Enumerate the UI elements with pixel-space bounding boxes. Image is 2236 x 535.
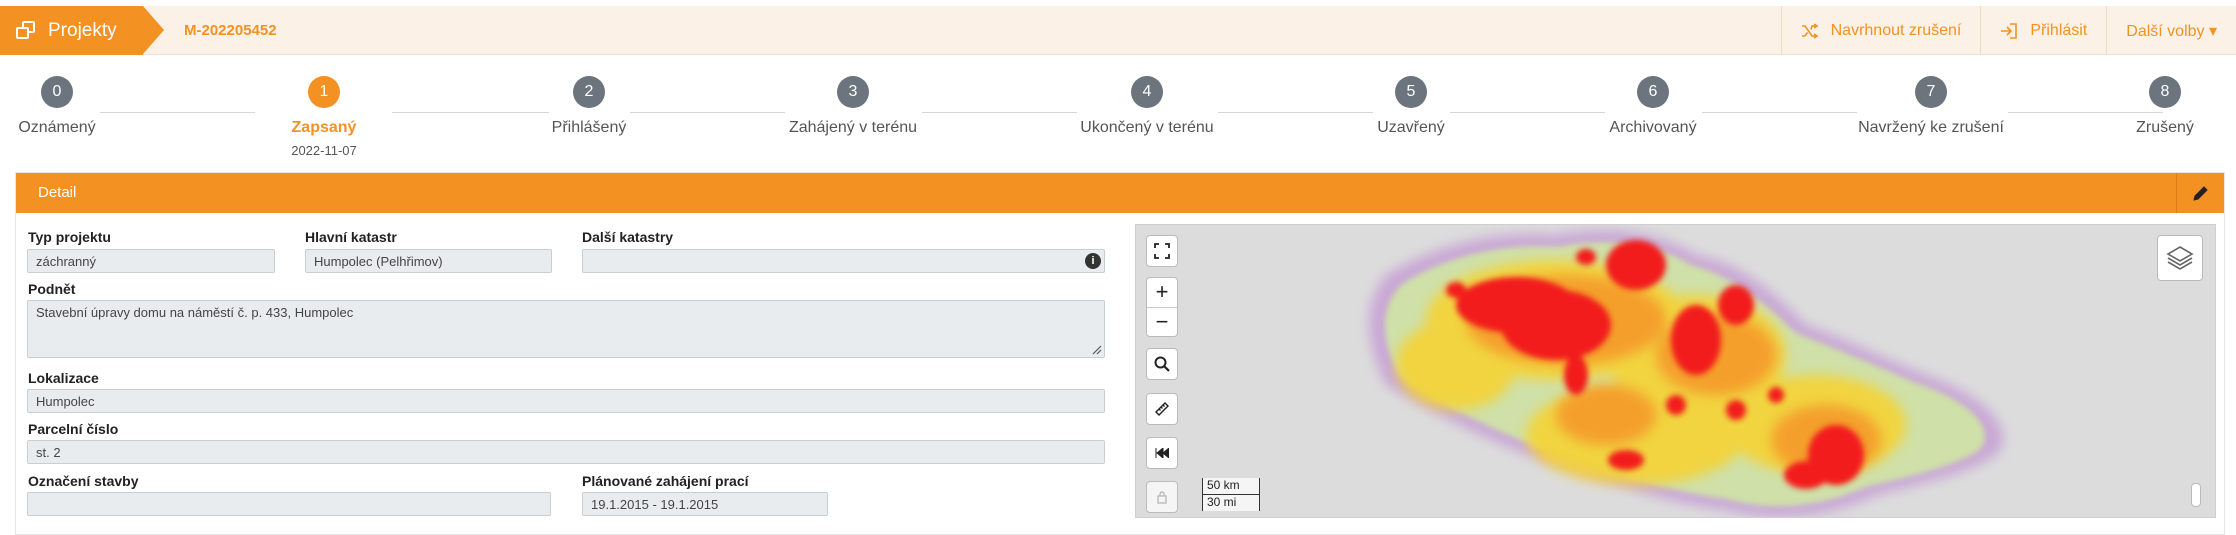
header-actions: Navrhnout zrušení Přihlásit Další volby … bbox=[1780, 6, 2236, 55]
propose-cancel-label: Navrhnout zrušení bbox=[1830, 21, 1962, 39]
step-number: 7 bbox=[1915, 76, 1947, 108]
info-icon[interactable]: i bbox=[1085, 253, 1101, 269]
detail-panel-header: Detail bbox=[16, 173, 2224, 213]
projects-nav-button[interactable]: Projekty bbox=[0, 6, 164, 55]
top-bar: Projekty M-202205452 Navrhnout zrušení P… bbox=[0, 6, 2236, 55]
hlavni-katastr-label: Hlavní katastr bbox=[305, 229, 397, 245]
step-zapsany: 1 Zapsaný 2022-11-07 bbox=[214, 72, 434, 158]
step-uzavreny: 5 Uzavřený bbox=[1301, 72, 1521, 137]
layers-icon bbox=[2166, 246, 2194, 270]
podnet-value: Stavební úpravy domu na náměstí č. p. 43… bbox=[36, 305, 354, 320]
more-options-dropdown[interactable]: Další volby ▾ bbox=[2106, 6, 2236, 55]
step-label: Navržený ke zrušení bbox=[1858, 119, 2004, 136]
project-state-stepper: 0 Oznámený 1 Zapsaný 2022-11-07 2 Přihlá… bbox=[0, 72, 2236, 164]
step-number: 5 bbox=[1395, 76, 1427, 108]
lokalizace-label: Lokalizace bbox=[28, 370, 99, 386]
brand-label: Projekty bbox=[48, 19, 117, 41]
step-label: Přihlášený bbox=[551, 119, 627, 136]
dalsi-katastry-field[interactable]: i bbox=[582, 249, 1105, 273]
podnet-textarea[interactable]: Stavební úpravy domu na náměstí č. p. 43… bbox=[27, 300, 1105, 358]
typ-projektu-label: Typ projektu bbox=[28, 229, 111, 245]
step-zahajeny-v-terenu: 3 Zahájený v terénu bbox=[743, 72, 963, 137]
oznaceni-stavby-field[interactable] bbox=[27, 492, 551, 516]
resize-handle-icon[interactable] bbox=[1090, 343, 1102, 355]
step-ukonceny-v-terenu: 4 Ukončený v terénu bbox=[1037, 72, 1257, 137]
step-label: Oznámený bbox=[18, 119, 96, 136]
sign-in-button[interactable]: Přihlásit bbox=[1980, 6, 2106, 55]
edit-button[interactable] bbox=[2176, 173, 2224, 213]
step-number: 3 bbox=[837, 76, 869, 108]
project-id: M-202205452 bbox=[184, 22, 277, 39]
sign-in-icon bbox=[2001, 22, 2018, 39]
ruler-icon bbox=[1155, 402, 1169, 416]
scale-km: 50 km bbox=[1202, 478, 1260, 495]
step-archivovany: 6 Archivovaný bbox=[1543, 72, 1763, 137]
lokalizace-field[interactable]: Humpolec bbox=[27, 389, 1105, 413]
more-options-label: Další volby ▾ bbox=[2126, 22, 2217, 40]
parcelni-cislo-field[interactable]: st. 2 bbox=[27, 440, 1105, 464]
map-search-button[interactable] bbox=[1146, 348, 1178, 380]
step-date: 2022-11-07 bbox=[291, 143, 357, 158]
parcelni-cislo-label: Parcelní číslo bbox=[28, 421, 119, 437]
detail-title: Detail bbox=[38, 184, 77, 201]
czech-heatmap-image bbox=[1369, 230, 2004, 517]
layers-button[interactable] bbox=[2157, 235, 2203, 281]
podnet-label: Podnět bbox=[28, 281, 76, 297]
step-label: Zapsaný bbox=[291, 119, 357, 136]
step-number: 8 bbox=[2149, 76, 2181, 108]
step-prihlaseny: 2 Přihlášený bbox=[479, 72, 699, 137]
step-navrzeny-ke-zruseni: 7 Navržený ke zrušení bbox=[1821, 72, 2041, 137]
step-label: Zahájený v terénu bbox=[788, 119, 918, 136]
step-label: Zrušený bbox=[2136, 119, 2194, 136]
heatmap-map[interactable]: + − 50 km 30 mi bbox=[1135, 224, 2216, 518]
hlavni-katastr-field[interactable]: Humpolec (Pelhřimov) bbox=[305, 249, 552, 273]
propose-cancel-button[interactable]: Navrhnout zrušení bbox=[1780, 6, 1981, 55]
windows-icon bbox=[16, 20, 36, 41]
step-number: 4 bbox=[1131, 76, 1163, 108]
search-icon bbox=[1154, 356, 1170, 372]
scale-mi: 30 mi bbox=[1202, 494, 1260, 511]
step-label: Archivovaný bbox=[1609, 119, 1697, 136]
zoom-controls: + − bbox=[1146, 277, 1178, 337]
lock-button[interactable] bbox=[1146, 481, 1178, 513]
fullscreen-button[interactable] bbox=[1146, 235, 1178, 267]
reset-view-button[interactable] bbox=[1146, 437, 1178, 469]
sign-in-label: Přihlásit bbox=[2030, 21, 2088, 39]
shuffle-icon bbox=[1801, 22, 1819, 39]
oznaceni-stavby-label: Označení stavby bbox=[28, 473, 139, 489]
step-number: 6 bbox=[1637, 76, 1669, 108]
zoom-in-button[interactable]: + bbox=[1147, 278, 1177, 307]
step-oznameny: 0 Oznámený bbox=[0, 72, 167, 137]
measure-button[interactable] bbox=[1146, 393, 1178, 425]
step-number: 1 bbox=[308, 76, 340, 108]
step-zruseny: 8 Zrušený bbox=[2055, 72, 2236, 137]
zoom-out-button[interactable]: − bbox=[1147, 306, 1177, 336]
step-label: Uzavřený bbox=[1377, 119, 1445, 136]
planovane-zahajeni-field[interactable]: 19.1.2015 - 19.1.2015 bbox=[582, 492, 828, 516]
step-number: 0 bbox=[41, 76, 73, 108]
map-scroll-knob[interactable] bbox=[2191, 483, 2201, 507]
expand-icon bbox=[1154, 243, 1170, 259]
lock-icon bbox=[1157, 491, 1167, 504]
step-label: Ukončený v terénu bbox=[1080, 119, 1214, 136]
planovane-zahajeni-label: Plánované zahájení prací bbox=[582, 473, 749, 489]
dalsi-katastry-label: Další katastry bbox=[582, 229, 674, 245]
map-scale: 50 km 30 mi bbox=[1202, 478, 1260, 511]
pencil-icon bbox=[2192, 186, 2208, 201]
rewind-icon bbox=[1155, 448, 1169, 458]
step-number: 2 bbox=[573, 76, 605, 108]
typ-projektu-field[interactable]: záchranný bbox=[27, 249, 275, 273]
